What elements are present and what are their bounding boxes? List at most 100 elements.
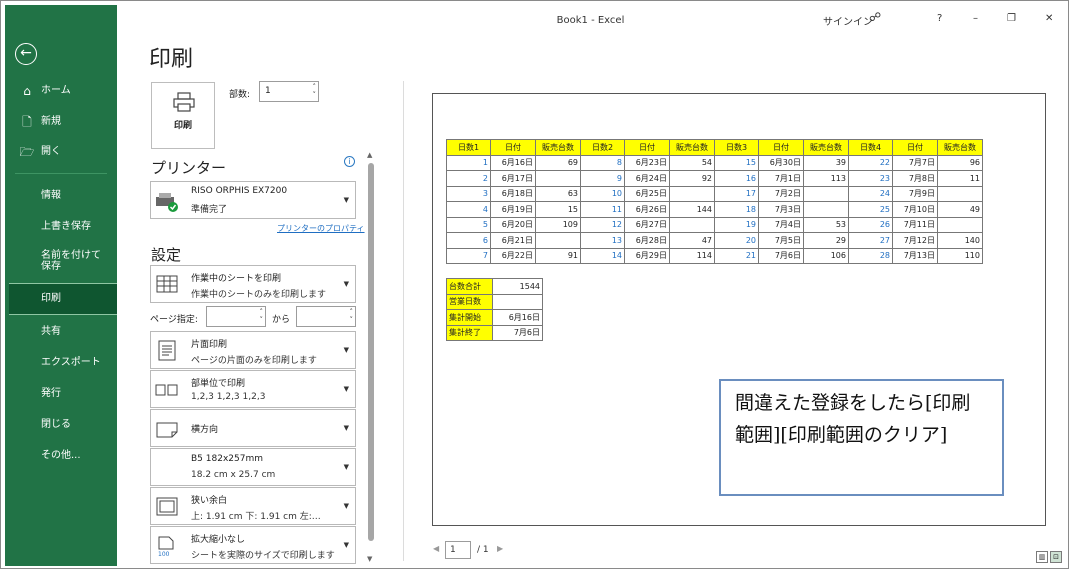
printer-section-title: プリンター (151, 159, 227, 177)
info-icon[interactable]: i (344, 156, 355, 167)
page-number-input[interactable]: 1 (445, 541, 471, 559)
orientation-select[interactable]: 横方向 ▼ (150, 409, 356, 447)
chevron-down-icon: ▼ (343, 196, 349, 204)
table-cell: 17 (714, 185, 759, 202)
close-button[interactable]: ✕ (1045, 13, 1053, 24)
printer-select[interactable]: RISO ORPHIS EX7200 準備完了 ▼ (150, 181, 356, 219)
nav-item-export[interactable]: エクスポート (5, 349, 117, 377)
table-cell: 6月20日 (490, 216, 536, 233)
collate-select[interactable]: 部単位で印刷 1,2,3 1,2,3 1,2,3 ▼ (150, 370, 356, 408)
pages-from-input[interactable]: ˄ ˅ (206, 306, 266, 327)
pages-to-label: から (272, 315, 291, 325)
printer-name: RISO ORPHIS EX7200 (191, 186, 288, 196)
table-cell: 8 (580, 154, 625, 171)
table-cell: 6月19日 (490, 201, 536, 218)
table-cell (535, 170, 581, 187)
summary-value: 6月16日 (492, 309, 543, 326)
table-cell: 106 (803, 247, 849, 264)
table-header-cell: 日付 (758, 139, 804, 156)
spinner-icon[interactable]: ˄ ˅ (313, 83, 317, 99)
scaling-select[interactable]: 100 拡大縮小なし シートを実際のサイズで印刷します ▼ (150, 526, 356, 564)
table-cell: 5 (446, 216, 491, 233)
nav-item-save-as[interactable]: 名前を付けて保存 (5, 247, 117, 277)
table-cell: 15 (535, 201, 581, 218)
margins-select[interactable]: 狭い余白 上: 1.91 cm 下: 1.91 cm 左:… ▼ (150, 487, 356, 525)
table-row: 6 6月21日 13 6月28日 47 20 7月5日 29 27 7月12日 140 (446, 232, 983, 249)
table-cell: 7月5日 (758, 232, 804, 249)
summary-row: 営業日数 (446, 293, 543, 310)
printer-properties-link[interactable]: プリンターのプロパティ (277, 223, 365, 234)
minimize-button[interactable]: – (973, 13, 978, 24)
summary-row: 集計開始 6月16日 (446, 309, 543, 326)
table-cell: 27 (848, 232, 893, 249)
table-cell: 14 (580, 247, 625, 264)
show-margins-icon[interactable]: ▥ (1036, 551, 1048, 563)
copies-value: 1 (265, 86, 271, 96)
prev-page-icon[interactable]: ◀ (433, 544, 439, 553)
scroll-down-icon[interactable]: ▼ (367, 555, 372, 563)
title-bar: Book1 - Excel サインイン ☍ ? – ❐ ✕ (117, 5, 1064, 35)
scrollbar-thumb[interactable] (368, 163, 374, 541)
one-sided-icon (158, 340, 176, 361)
next-page-icon[interactable]: ▶ (497, 544, 503, 553)
print-button-label: 印刷 (173, 121, 192, 131)
annotation-callout: 間違えた登録をしたら[印刷範囲][印刷範囲のクリア] (719, 379, 1004, 496)
table-cell: 15 (714, 154, 759, 171)
table-cell: 29 (803, 232, 849, 249)
print-button[interactable]: 印刷 (151, 82, 215, 149)
chevron-down-icon: ▼ (343, 424, 349, 432)
collate-label: 部単位で印刷 (191, 379, 246, 389)
preview-data-table: 日数1 日付 販売台数 日数2 日付 販売台数 日数3 日付 販売台数 日数4 日付 販売台数 1 6月1… (446, 139, 983, 264)
table-cell (803, 185, 849, 202)
nav-item-publish[interactable]: 発行 (5, 380, 117, 408)
table-cell: 16 (714, 170, 759, 187)
nav-item-print[interactable]: 印刷 (9, 283, 117, 315)
paper-size-select[interactable]: B5 182x257mm 18.2 cm x 25.7 cm ▼ (150, 448, 356, 486)
nav-item-home[interactable]: ⌂ ホーム (5, 77, 117, 105)
nav-item-more[interactable]: その他... (5, 442, 117, 470)
copies-input[interactable]: 1 ˄ ˅ (259, 81, 319, 102)
table-header-cell: 日付 (892, 139, 938, 156)
settings-scrollbar[interactable]: ▲ ▼ (366, 151, 376, 563)
spinner-icon[interactable]: ˄ ˅ (260, 308, 264, 324)
nav-item-save[interactable]: 上書き保存 (5, 213, 117, 241)
pages-to-input[interactable]: ˄ ˅ (296, 306, 356, 327)
table-header-row: 日数1 日付 販売台数 日数2 日付 販売台数 日数3 日付 販売台数 日数4 日付 販売台数 (446, 139, 983, 156)
margins-icon (156, 497, 178, 516)
table-cell: 10 (580, 185, 625, 202)
nav-item-share[interactable]: 共有 (5, 318, 117, 346)
summary-key: 台数合計 (446, 278, 493, 295)
chevron-down-icon: ▼ (343, 463, 349, 471)
summary-value: 1544 (492, 278, 543, 295)
scroll-up-icon[interactable]: ▲ (367, 151, 372, 159)
nav-item-open[interactable]: 🗁 開く (5, 138, 117, 166)
zoom-to-page-icon[interactable]: ⊡ (1050, 551, 1062, 563)
excel-window: ← ⌂ ホーム 🗋 新規 🗁 開く 情報 上書き保存 名前を付けて保存 印刷 共有 エ… (0, 0, 1069, 569)
table-cell: 92 (669, 170, 715, 187)
pages-label: ページ指定: (150, 315, 198, 325)
restore-button[interactable]: ❐ (1007, 13, 1016, 24)
sides-select[interactable]: 片面印刷 ページの片面のみを印刷します ▼ (150, 331, 356, 369)
spinner-icon[interactable]: ˄ ˅ (350, 308, 354, 324)
table-row: 1 6月16日 69 8 6月23日 54 15 6月30日 39 22 7月7日 96 (446, 154, 983, 171)
nav-item-info[interactable]: 情報 (5, 182, 117, 210)
back-arrow-icon[interactable]: ← (15, 43, 37, 65)
signin-link[interactable]: サインイン (823, 13, 873, 28)
table-cell: 12 (580, 216, 625, 233)
nav-item-new[interactable]: 🗋 新規 (5, 108, 117, 136)
table-cell: 91 (535, 247, 581, 264)
collated-icon (155, 384, 178, 396)
table-cell: 11 (580, 201, 625, 218)
table-cell: 19 (714, 216, 759, 233)
table-cell: 6 (446, 232, 491, 249)
table-cell: 7月11日 (892, 216, 938, 233)
margins-label: 狭い余白 (191, 496, 228, 506)
chevron-down-icon: ▼ (343, 541, 349, 549)
coauthor-icon[interactable]: ☍ (869, 10, 881, 24)
table-header-cell: 日付 (490, 139, 536, 156)
nav-item-close[interactable]: 閉じる (5, 411, 117, 439)
table-cell (937, 185, 983, 202)
help-button[interactable]: ? (937, 13, 942, 24)
print-what-select[interactable]: 作業中のシートを印刷 作業中のシートのみを印刷します ▼ (150, 265, 356, 303)
paper-size-dimensions: 18.2 cm x 25.7 cm (191, 470, 276, 480)
